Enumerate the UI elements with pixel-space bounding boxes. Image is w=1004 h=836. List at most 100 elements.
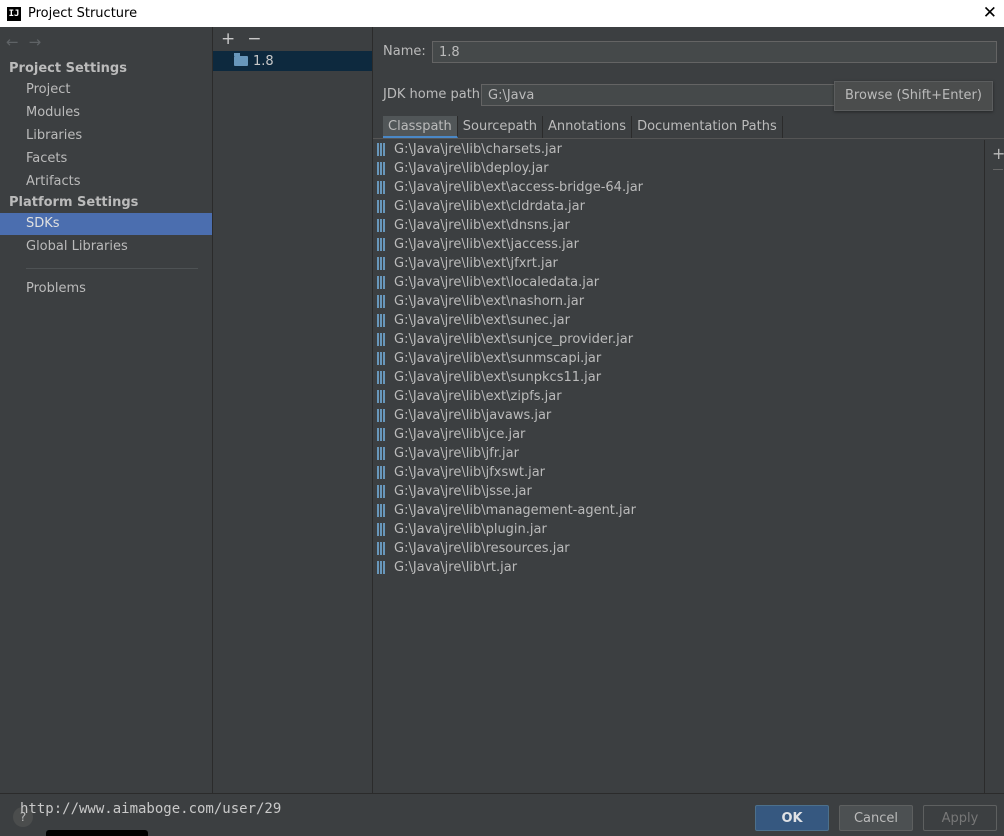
jar-icon xyxy=(377,314,386,327)
tab-annotations[interactable]: Annotations xyxy=(543,116,633,138)
add-sdk-icon[interactable]: + xyxy=(221,29,235,51)
classpath-entry: G:\Java\jre\lib\ext\cldrdata.jar xyxy=(394,199,585,214)
tab-documentation-paths[interactable]: Documentation Paths xyxy=(632,116,783,138)
sdk-list-panel: + − 1.8 xyxy=(213,27,373,793)
title-bar: IJ Project Structure ✕ xyxy=(0,0,1004,27)
jar-icon xyxy=(377,276,386,289)
jar-icon xyxy=(377,333,386,346)
classpath-row[interactable]: G:\Java\jre\lib\rt.jar xyxy=(373,558,984,577)
platform-settings-header: Platform Settings xyxy=(9,195,139,210)
apply-button[interactable]: Apply xyxy=(923,805,997,831)
classpath-entry: G:\Java\jre\lib\resources.jar xyxy=(394,541,570,556)
classpath-entry: G:\Java\jre\lib\jce.jar xyxy=(394,427,526,442)
classpath-row[interactable]: G:\Java\jre\lib\ext\cldrdata.jar xyxy=(373,197,984,216)
classpath-entry: G:\Java\jre\lib\ext\sunec.jar xyxy=(394,313,570,328)
project-settings-header: Project Settings xyxy=(9,61,127,76)
nav-item-problems[interactable]: Problems xyxy=(0,278,212,300)
classpath-toolbar: + xyxy=(984,140,1004,793)
classpath-entry: G:\Java\jre\lib\ext\dnsns.jar xyxy=(394,218,570,233)
sdk-list-toolbar: + − xyxy=(221,29,262,51)
jar-icon xyxy=(377,295,386,308)
tab-divider xyxy=(373,138,1004,139)
classpath-row[interactable]: G:\Java\jre\lib\ext\sunec.jar xyxy=(373,311,984,330)
classpath-row[interactable]: G:\Java\jre\lib\ext\localedata.jar xyxy=(373,273,984,292)
classpath-row[interactable]: G:\Java\jre\lib\deploy.jar xyxy=(373,159,984,178)
classpath-row[interactable]: G:\Java\jre\lib\resources.jar xyxy=(373,539,984,558)
remove-sdk-icon[interactable]: − xyxy=(247,29,261,51)
classpath-entry: G:\Java\jre\lib\ext\access-bridge-64.jar xyxy=(394,180,644,195)
nav-item-sdks[interactable]: SDKs xyxy=(0,213,212,235)
settings-nav: ←→ Project Settings Project Modules Libr… xyxy=(0,27,213,793)
classpath-row[interactable]: G:\Java\jre\lib\jfr.jar xyxy=(373,444,984,463)
jar-icon xyxy=(377,447,386,460)
sdk-details-panel: Name: JDK home path: Browse (Shift+Enter… xyxy=(373,27,1004,793)
classpath-row[interactable]: G:\Java\jre\lib\ext\access-bridge-64.jar xyxy=(373,178,984,197)
nav-item-project[interactable]: Project xyxy=(0,79,212,101)
remove-path-icon[interactable] xyxy=(993,169,1003,170)
jar-icon xyxy=(377,485,386,498)
classpath-row[interactable]: G:\Java\jre\lib\ext\nashorn.jar xyxy=(373,292,984,311)
jar-icon xyxy=(377,200,386,213)
jar-icon xyxy=(377,561,386,574)
sdk-item[interactable]: 1.8 xyxy=(213,51,372,71)
jar-icon xyxy=(377,219,386,232)
window-title: Project Structure xyxy=(28,6,138,21)
jdk-home-label: JDK home path: xyxy=(383,87,485,102)
classpath-entry: G:\Java\jre\lib\ext\zipfs.jar xyxy=(394,389,562,404)
browse-tooltip: Browse (Shift+Enter) xyxy=(834,81,993,111)
classpath-row[interactable]: G:\Java\jre\lib\ext\sunpkcs11.jar xyxy=(373,368,984,387)
ok-button[interactable]: OK xyxy=(755,805,829,831)
classpath-row[interactable]: G:\Java\jre\lib\charsets.jar xyxy=(373,140,984,159)
intellij-app-icon: IJ xyxy=(7,6,21,21)
classpath-row[interactable]: G:\Java\jre\lib\management-agent.jar xyxy=(373,501,984,520)
back-arrow-icon[interactable]: ← xyxy=(6,33,29,51)
tab-classpath[interactable]: Classpath xyxy=(383,116,458,138)
classpath-row[interactable]: G:\Java\jre\lib\ext\sunmscapi.jar xyxy=(373,349,984,368)
classpath-entry: G:\Java\jre\lib\jfr.jar xyxy=(394,446,519,461)
nav-item-global-libraries[interactable]: Global Libraries xyxy=(0,236,212,258)
classpath-entry: G:\Java\jre\lib\ext\sunmscapi.jar xyxy=(394,351,602,366)
jar-icon xyxy=(377,523,386,536)
nav-item-artifacts[interactable]: Artifacts xyxy=(0,171,212,193)
jar-icon xyxy=(377,352,386,365)
classpath-row[interactable]: G:\Java\jre\lib\ext\jaccess.jar xyxy=(373,235,984,254)
nav-item-libraries[interactable]: Libraries xyxy=(0,125,212,147)
close-icon[interactable]: ✕ xyxy=(983,3,997,23)
classpath-entry: G:\Java\jre\lib\ext\jfxrt.jar xyxy=(394,256,558,271)
classpath-entry: G:\Java\jre\lib\deploy.jar xyxy=(394,161,549,176)
classpath-entry: G:\Java\jre\lib\ext\sunpkcs11.jar xyxy=(394,370,602,385)
sdk-item-label: 1.8 xyxy=(253,53,274,69)
nav-item-modules[interactable]: Modules xyxy=(0,102,212,124)
classpath-entry: G:\Java\jre\lib\rt.jar xyxy=(394,560,518,575)
jar-icon xyxy=(377,162,386,175)
nav-item-facets[interactable]: Facets xyxy=(0,148,212,170)
name-input[interactable] xyxy=(432,41,997,63)
classpath-entry: G:\Java\jre\lib\plugin.jar xyxy=(394,522,547,537)
jar-icon xyxy=(377,257,386,270)
jar-icon xyxy=(377,409,386,422)
forward-arrow-icon[interactable]: → xyxy=(29,33,52,51)
back-forward-arrows[interactable]: ←→ xyxy=(6,33,51,51)
classpath-entry: G:\Java\jre\lib\ext\jaccess.jar xyxy=(394,237,579,252)
classpath-row[interactable]: G:\Java\jre\lib\jce.jar xyxy=(373,425,984,444)
classpath-row[interactable]: G:\Java\jre\lib\javaws.jar xyxy=(373,406,984,425)
jar-icon xyxy=(377,143,386,156)
add-path-icon[interactable]: + xyxy=(992,144,1004,163)
classpath-row[interactable]: G:\Java\jre\lib\plugin.jar xyxy=(373,520,984,539)
classpath-row[interactable]: G:\Java\jre\lib\jfxswt.jar xyxy=(373,463,984,482)
jar-icon xyxy=(377,238,386,251)
tab-sourcepath[interactable]: Sourcepath xyxy=(458,116,543,138)
classpath-row[interactable]: G:\Java\jre\lib\jsse.jar xyxy=(373,482,984,501)
classpath-row[interactable]: G:\Java\jre\lib\ext\zipfs.jar xyxy=(373,387,984,406)
classpath-row[interactable]: G:\Java\jre\lib\ext\jfxrt.jar xyxy=(373,254,984,273)
cancel-button[interactable]: Cancel xyxy=(839,805,913,831)
jar-icon xyxy=(377,504,386,517)
classpath-entry: G:\Java\jre\lib\jsse.jar xyxy=(394,484,532,499)
jar-icon xyxy=(377,181,386,194)
classpath-row[interactable]: G:\Java\jre\lib\ext\sunjce_provider.jar xyxy=(373,330,984,349)
classpath-entry: G:\Java\jre\lib\ext\nashorn.jar xyxy=(394,294,585,309)
classpath-row[interactable]: G:\Java\jre\lib\ext\dnsns.jar xyxy=(373,216,984,235)
watermark-bar xyxy=(46,830,148,836)
classpath-entry: G:\Java\jre\lib\ext\sunjce_provider.jar xyxy=(394,332,634,347)
classpath-list[interactable]: G:\Java\jre\lib\charsets.jar G:\Java\jre\… xyxy=(373,140,984,793)
